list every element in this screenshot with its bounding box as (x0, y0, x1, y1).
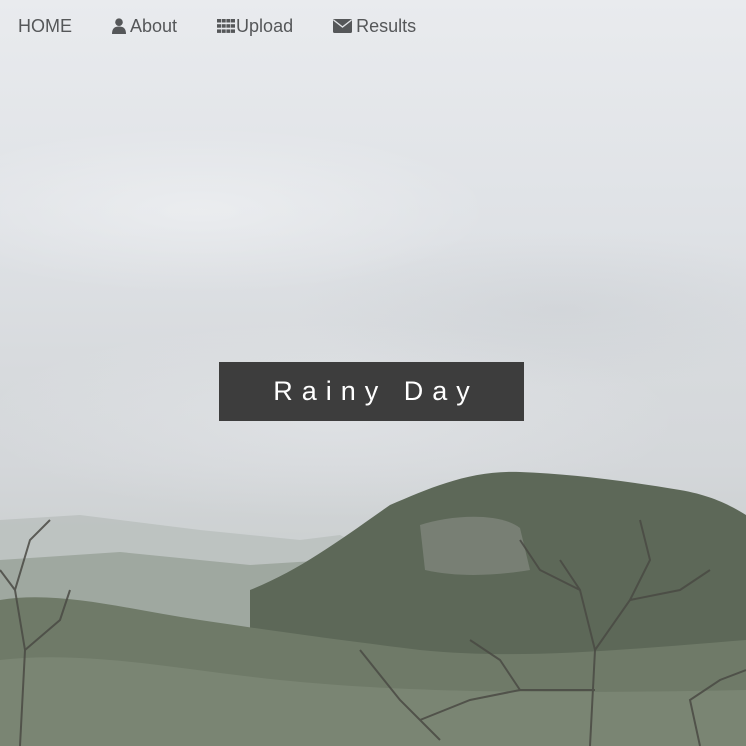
nav-upload-link[interactable]: Upload (217, 16, 293, 37)
nav-about-link[interactable]: About (112, 16, 177, 37)
top-navigation: HOME About Upload Results (0, 0, 746, 52)
nav-about-label: About (130, 15, 178, 36)
hero-title: Rainy Day (273, 376, 479, 406)
envelope-icon (333, 19, 353, 33)
hero-background: HOME About Upload Results Rainy Day (0, 0, 746, 746)
grid-icon (217, 19, 236, 33)
nav-home-link[interactable]: HOME (18, 16, 72, 37)
nav-home-label: HOME (18, 15, 72, 36)
hero-title-box: Rainy Day (219, 362, 524, 421)
nav-results-label: Results (356, 15, 417, 36)
user-icon (112, 18, 126, 34)
nav-upload-label: Upload (236, 15, 294, 36)
nav-results-link[interactable]: Results (333, 16, 416, 37)
